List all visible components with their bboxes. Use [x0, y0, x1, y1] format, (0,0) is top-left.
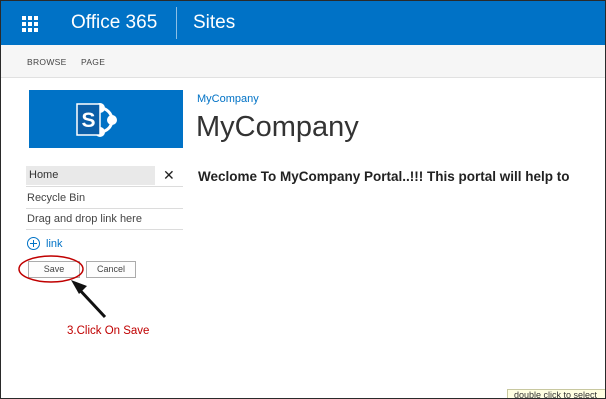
tooltip: double click to select	[507, 389, 605, 398]
highlight-ellipse	[18, 255, 84, 283]
pointer-arrowhead	[71, 280, 87, 294]
browser-viewport: Office 365 Sites BROWSE PAGE S MyCompany…	[0, 0, 606, 399]
annotation-overlay	[18, 255, 107, 319]
annotation-instruction: 3.Click On Save	[67, 325, 150, 337]
